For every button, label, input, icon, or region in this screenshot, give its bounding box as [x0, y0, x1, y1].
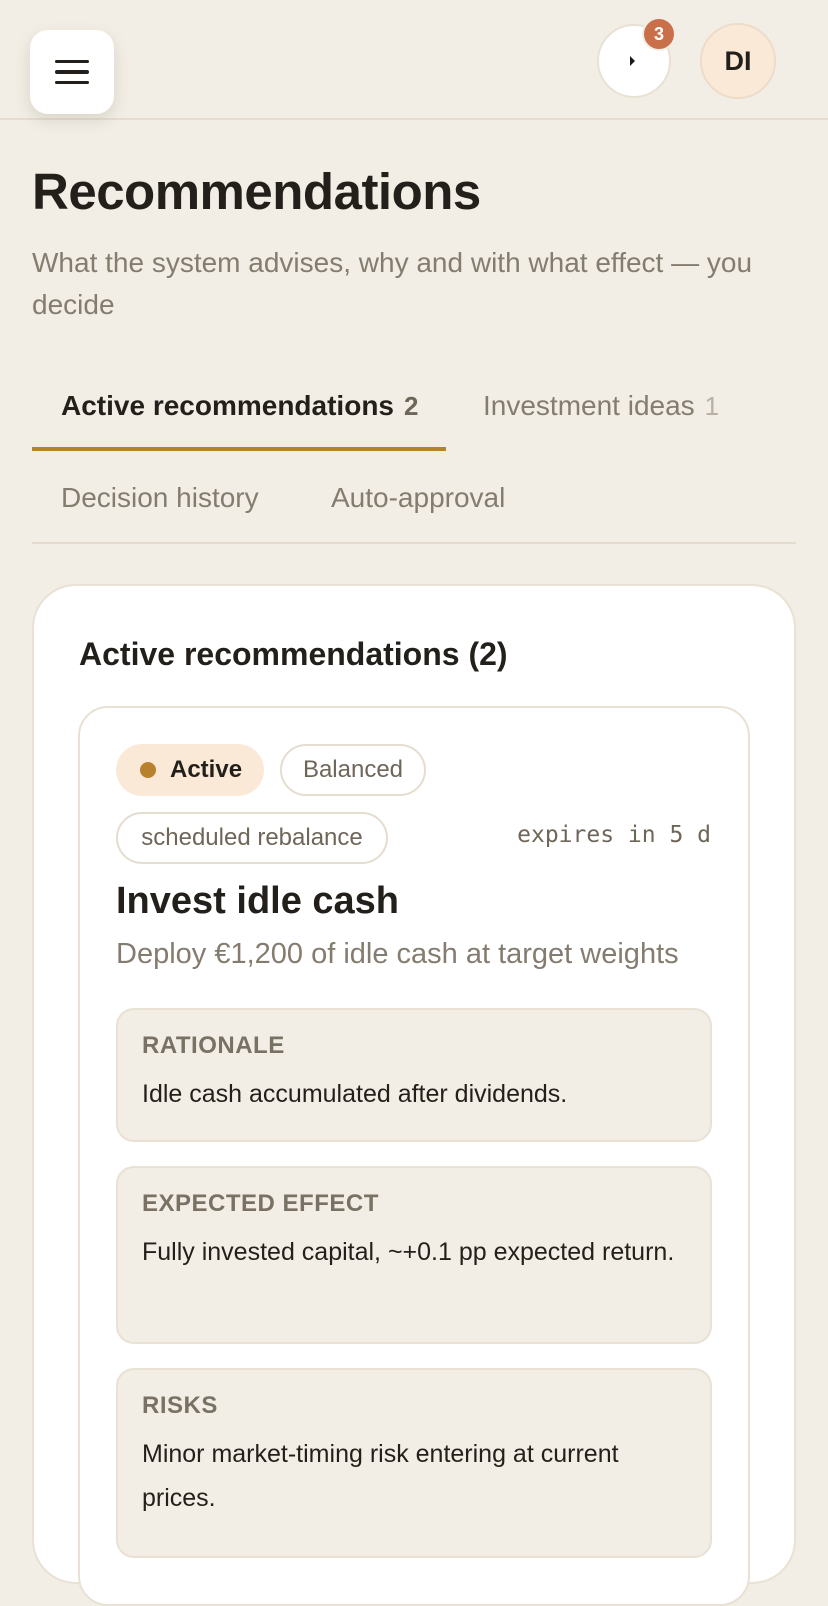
status-badge: Active: [116, 744, 264, 796]
active-tab-indicator: [32, 447, 446, 451]
tab-label: Active recommendations: [61, 390, 394, 421]
tab-auto-approval[interactable]: Auto-approval: [331, 482, 505, 514]
menu-button[interactable]: [30, 30, 114, 114]
tab-decision-history[interactable]: Decision history: [61, 482, 259, 514]
status-label: Active: [170, 756, 243, 783]
hamburger-icon: [55, 59, 89, 64]
status-dot-icon: [140, 762, 156, 778]
rationale-label: RATIONALE: [142, 1032, 285, 1059]
trigger-badge: scheduled rebalance: [116, 812, 388, 864]
recommendation-title: Invest idle cash: [116, 880, 400, 922]
tab-count: 2: [404, 391, 419, 421]
risks-box: RISKS Minor market-timing risk entering …: [116, 1368, 712, 1558]
tab-investment-ideas[interactable]: Investment ideas 1: [483, 390, 719, 422]
profile-badge: Balanced: [280, 744, 426, 796]
tab-count: 1: [704, 391, 720, 421]
user-avatar[interactable]: DI: [700, 23, 776, 99]
rationale-box: RATIONALE Idle cash accumulated after di…: [116, 1008, 712, 1142]
expected-effect-box: EXPECTED EFFECT Fully invested capital, …: [116, 1166, 712, 1344]
notification-count-badge: 3: [642, 17, 676, 51]
expected-effect-text: Fully invested capital, ~+0.1 pp expecte…: [142, 1238, 675, 1266]
panel-title: Active recommendations (2): [79, 636, 508, 672]
expiry-text: expires in 5 d: [517, 822, 711, 848]
tabs-divider: [32, 542, 796, 544]
tab-label: Investment ideas: [483, 390, 695, 421]
rationale-text: Idle cash accumulated after dividends.: [142, 1080, 568, 1108]
risks-label: RISKS: [142, 1392, 218, 1419]
page-title: Recommendations: [32, 163, 481, 220]
page-subtitle: What the system advises, why and with wh…: [32, 247, 753, 320]
expected-effect-label: EXPECTED EFFECT: [142, 1190, 379, 1217]
notification-icon: [629, 56, 639, 66]
risks-text: Minor market-timing risk entering at cur…: [142, 1440, 619, 1512]
recommendation-description: Deploy €1,200 of idle cash at target wei…: [116, 938, 679, 970]
tab-active-recommendations[interactable]: Active recommendations 2: [61, 390, 418, 422]
